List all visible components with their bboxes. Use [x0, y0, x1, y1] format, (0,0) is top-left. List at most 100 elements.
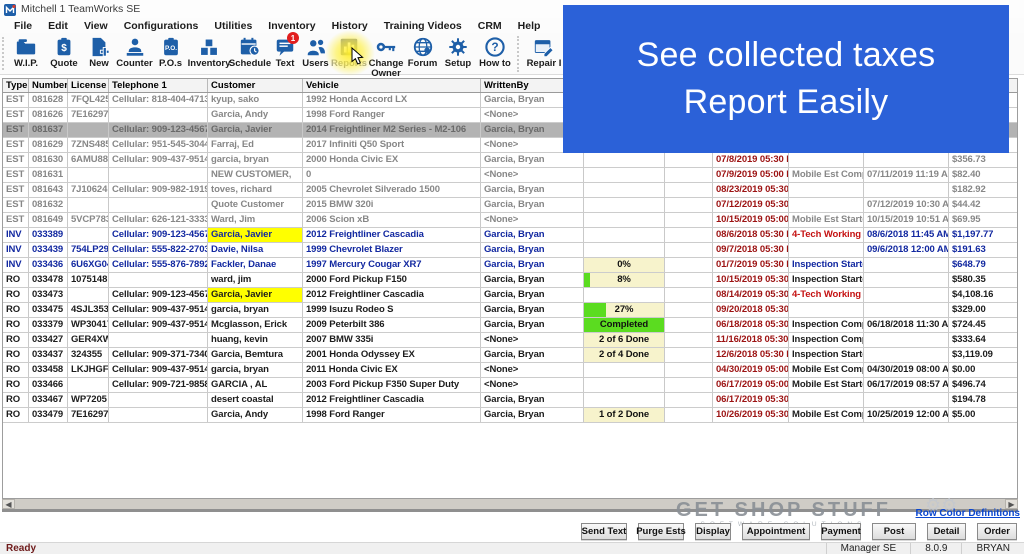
table-row[interactable]: INV033439754LP29Cellular: 555-822-2703Da… — [3, 243, 1017, 258]
toolbar-item-howto[interactable]: ?How to — [476, 33, 514, 73]
menu-item-crm[interactable]: CRM — [470, 20, 510, 32]
cell-progress — [584, 378, 665, 392]
scroll-left-arrow-icon[interactable]: ◀ — [2, 499, 15, 509]
toolbar-label: Reports — [331, 59, 367, 69]
cell-vehicle: 1998 Ford Ranger — [303, 108, 481, 122]
cell-number: 033389 — [29, 228, 68, 242]
cell-spare — [665, 258, 713, 272]
cell-spare — [665, 363, 713, 377]
header-cell-vehicle[interactable]: Vehicle — [303, 79, 481, 92]
toolbar-item-pos[interactable]: P.O.P.O.s — [153, 33, 188, 73]
action-button-order[interactable]: Order — [977, 523, 1017, 540]
action-button-send-text[interactable]: Send Text — [581, 523, 627, 540]
menu-item-view[interactable]: View — [76, 20, 116, 32]
cell-amount: $0.00 — [949, 363, 1017, 377]
header-cell-type[interactable]: Type — [3, 79, 29, 92]
header-cell-number[interactable]: Number — [29, 79, 68, 92]
toolbar-item-wip[interactable]: W.I.P. — [6, 33, 46, 73]
table-row[interactable]: EST0816306AMU886Cellular: 909-437-9514ga… — [3, 153, 1017, 168]
scrollbar-track[interactable] — [15, 499, 1005, 509]
cell-customer: kyup, sako — [208, 93, 303, 107]
toolbar-item-quote[interactable]: $Quote — [46, 33, 82, 73]
table-row[interactable]: RO0334754SJL353Cellular: 909-437-9514gar… — [3, 303, 1017, 318]
toolbar-item-forum[interactable]: Forum — [405, 33, 440, 73]
table-row[interactable]: EST0816495VCP783Cellular: 626-121-3333Wa… — [3, 213, 1017, 228]
cell-vehicle: 2014 Freightliner M2 Series - M2-106 — [303, 123, 481, 137]
cell-progress — [584, 168, 665, 182]
horizontal-scrollbar[interactable]: ◀ ▶ — [2, 499, 1018, 512]
toolbar-item-change-owner[interactable]: Change Owner — [367, 33, 405, 73]
table-row[interactable]: RO033379WP30417Cellular: 909-437-9514Mcg… — [3, 318, 1017, 333]
table-row[interactable]: RO033467WP7205desert coastal2012 Freight… — [3, 393, 1017, 408]
header-cell-customer[interactable]: Customer — [208, 79, 303, 92]
header-cell-license[interactable]: License — [68, 79, 109, 92]
cell-promised: 09/20/2018 05:30 PM — [713, 303, 789, 317]
table-row[interactable]: EST0816437J10624Cellular: 909-982-1919to… — [3, 183, 1017, 198]
cell-type: INV — [3, 243, 29, 257]
menu-item-training-videos[interactable]: Training Videos — [376, 20, 470, 32]
table-row[interactable]: EST081632Quote Customer2015 BMW 320iGarc… — [3, 198, 1017, 213]
menu-item-utilities[interactable]: Utilities — [206, 20, 260, 32]
table-row[interactable]: RO033458LKJHGFCellular: 909-437-9514garc… — [3, 363, 1017, 378]
table-row[interactable]: RO0334781075148ward, jim2000 Ford Pickup… — [3, 273, 1017, 288]
table-row[interactable]: INV0334366U6XG04Cellular: 555-876-7892Fa… — [3, 258, 1017, 273]
header-cell-phone[interactable]: Telephone 1 — [109, 79, 208, 92]
table-row[interactable]: EST081631NEW CUSTOMER,0<None>07/9/2019 0… — [3, 168, 1017, 183]
cell-amount: $69.95 — [949, 213, 1017, 227]
toolbar-item-setup[interactable]: Setup — [440, 33, 476, 73]
cell-type: RO — [3, 348, 29, 362]
action-button-purge-ests[interactable]: Purge Ests — [638, 523, 684, 540]
cell-completed: 04/30/2019 08:00 AM ... — [864, 363, 949, 377]
cell-customer: Garcia, Andy — [208, 408, 303, 422]
svg-text:$: $ — [61, 43, 67, 54]
cell-completed — [864, 288, 949, 302]
cell-amount: $182.92 — [949, 183, 1017, 197]
purchase-order-icon: P.O. — [158, 36, 184, 58]
cell-vehicle: 1999 Chevrolet Blazer — [303, 243, 481, 257]
toolbar-item-inventory[interactable]: Inventory — [188, 33, 230, 73]
cell-type: EST — [3, 168, 29, 182]
toolbar-item-text[interactable]: Text1 — [270, 33, 300, 73]
cell-completed: 07/12/2019 10:30 AM ... — [864, 198, 949, 212]
cell-vehicle: 2012 Freightliner Cascadia — [303, 228, 481, 242]
table-row[interactable]: RO033473Cellular: 909-123-4567Garcia, Ja… — [3, 288, 1017, 303]
toolbar-item-new[interactable]: New — [82, 33, 116, 73]
cell-vehicle: 1999 Isuzu Rodeo S — [303, 303, 481, 317]
cell-license: 7E16297 — [68, 108, 109, 122]
cell-completed — [864, 183, 949, 197]
toolbar-item-reports[interactable]: Reports — [331, 33, 367, 73]
cell-number: 033466 — [29, 378, 68, 392]
cell-license: 6AMU886 — [68, 153, 109, 167]
table-row[interactable]: RO033427GER4XWMhuang, kevin2007 BMW 335i… — [3, 333, 1017, 348]
table-row[interactable]: RO0334797E16297Garcia, Andy1998 Ford Ran… — [3, 408, 1017, 423]
action-button-detail[interactable]: Detail — [927, 523, 966, 540]
toolbar-item-schedule[interactable]: Schedule — [230, 33, 270, 73]
action-button-display[interactable]: Display — [695, 523, 731, 540]
menu-item-file[interactable]: File — [6, 20, 40, 32]
action-button-payment[interactable]: Payment — [821, 523, 861, 540]
row-color-definitions-link[interactable]: Row Color Definitions — [916, 508, 1020, 519]
menu-item-help[interactable]: Help — [510, 20, 549, 32]
table-row[interactable]: RO033437324355Cellular: 909-371-7340Garc… — [3, 348, 1017, 363]
cell-completed: 06/17/2019 08:57 AM ... — [864, 378, 949, 392]
menu-item-configurations[interactable]: Configurations — [116, 20, 207, 32]
toolbar-item-counter[interactable]: Counter — [116, 33, 153, 73]
cell-progress — [584, 153, 665, 167]
cell-type: RO — [3, 303, 29, 317]
cell-written_by: <None> — [481, 213, 584, 227]
cell-type: RO — [3, 288, 29, 302]
table-row[interactable]: INV033389Cellular: 909-123-4567Garcia, J… — [3, 228, 1017, 243]
toolbar-label: New — [89, 59, 109, 69]
cell-written_by: Garcia, Bryan — [481, 228, 584, 242]
new-document-icon — [86, 36, 112, 58]
action-button-post[interactable]: Post — [872, 523, 916, 540]
menu-item-edit[interactable]: Edit — [40, 20, 76, 32]
toolbar-item-users[interactable]: Users — [300, 33, 331, 73]
cell-promised: 07/8/2019 05:30 PM — [713, 153, 789, 167]
table-row[interactable]: RO033466Cellular: 909-721-9858GARCIA , A… — [3, 378, 1017, 393]
toolbar-item-repair[interactable]: Repair I — [522, 33, 566, 73]
cell-spare — [665, 348, 713, 362]
menu-item-history[interactable]: History — [324, 20, 376, 32]
menu-item-inventory[interactable]: Inventory — [260, 20, 323, 32]
action-button-appointment[interactable]: Appointment — [742, 523, 810, 540]
